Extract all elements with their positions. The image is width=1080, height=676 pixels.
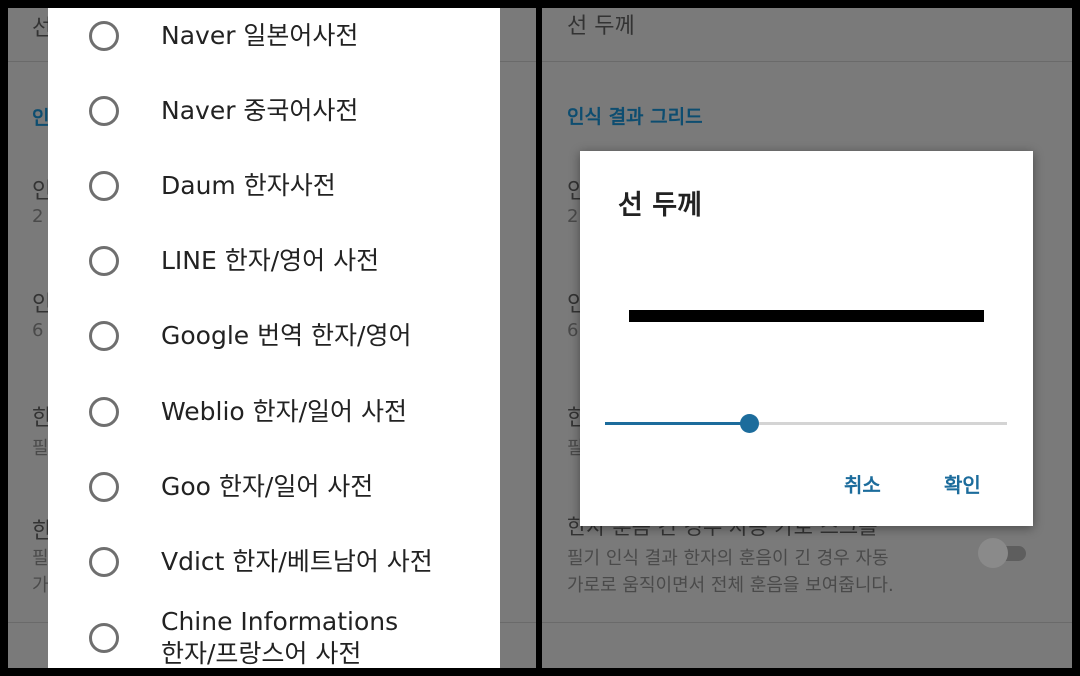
radio-option-label: Chine Informations	[161, 607, 399, 636]
left-screen: 선 인 인 2 인 6 한 필 한 필 가 Naver 일본어사전 Naver …	[8, 8, 536, 668]
radio-option-label: Google 번역 한자/영어	[161, 321, 412, 350]
cancel-button[interactable]: 취소	[844, 469, 881, 498]
radio-option-label: Naver 중국어사전	[161, 96, 359, 125]
right-screen: 선 두께 인식 결과 그리드 인 2 인 6 한 필 한자 훈음 긴 경우 자동…	[542, 8, 1072, 668]
bg-item-sub: 6	[32, 320, 44, 341]
radio-button-icon[interactable]	[89, 245, 119, 276]
radio-option-label: Daum 한자사전	[161, 171, 336, 200]
section-header-recognition-grid: 인식 결과 그리드	[567, 106, 703, 128]
bg-item-sub: 6	[567, 320, 579, 341]
bg-item-sub: 가	[32, 575, 49, 596]
radio-option-weblio[interactable]: Weblio 한자/일어 사전	[48, 374, 500, 449]
bg-item-sub: 필	[32, 548, 49, 569]
radio-option-label: LINE 한자/영어 사전	[161, 246, 380, 275]
radio-option-line[interactable]: LINE 한자/영어 사전	[48, 223, 500, 298]
radio-button-icon[interactable]	[89, 95, 119, 126]
radio-button-icon[interactable]	[89, 320, 119, 351]
radio-option-label: Weblio 한자/일어 사전	[161, 397, 408, 426]
radio-option-label-line2: 한자/프랑스어 사전	[161, 639, 362, 668]
thickness-slider[interactable]	[605, 414, 1007, 433]
slider-thumb[interactable]	[739, 414, 759, 433]
radio-option-goo[interactable]: Goo 한자/일어 사전	[48, 449, 500, 524]
bg-setting-line-thickness: 선 두께	[567, 14, 635, 39]
radio-button-icon[interactable]	[89, 170, 119, 201]
slider-fill	[605, 422, 749, 425]
radio-button-icon[interactable]	[89, 546, 119, 577]
radio-option-google[interactable]: Google 번역 한자/영어	[48, 298, 500, 373]
bg-item-sub: 2	[567, 206, 579, 227]
divider	[542, 622, 1072, 623]
bg-item-sub: 2	[32, 206, 44, 227]
setting-auto-scroll-desc: 필기 인식 결과 한자의 훈음이 긴 경우 자동	[567, 548, 889, 569]
radio-option-vdict[interactable]: Vdict 한자/베트남어 사전	[48, 524, 500, 599]
line-thickness-preview	[629, 310, 984, 322]
dialog-title: 선 두께	[618, 190, 702, 221]
radio-button-icon[interactable]	[89, 623, 119, 653]
setting-auto-scroll-desc: 가로로 움직이면서 전체 훈음을 보여줍니다.	[567, 575, 894, 596]
ok-button[interactable]: 확인	[944, 469, 981, 498]
radio-button-icon[interactable]	[89, 396, 119, 427]
auto-scroll-toggle[interactable]	[978, 538, 1030, 568]
radio-option-label: Goo 한자/일어 사전	[161, 472, 374, 501]
radio-button-icon[interactable]	[89, 471, 119, 502]
divider	[542, 61, 1072, 62]
radio-option-naver-chinese[interactable]: Naver 중국어사전	[48, 73, 500, 148]
line-thickness-dialog: 선 두께 취소 확인	[580, 151, 1033, 526]
dictionary-select-dialog: Naver 일본어사전 Naver 중국어사전 Daum 한자사전 LINE 한…	[48, 8, 500, 668]
radio-option-label: Naver 일본어사전	[161, 21, 359, 50]
radio-option-chine-informations[interactable]: Chine Informations 한자/프랑스어 사전	[48, 600, 500, 668]
bg-section-header: 인	[32, 107, 50, 129]
radio-option-daum-hanja[interactable]: Daum 한자사전	[48, 148, 500, 223]
radio-option-naver-japanese[interactable]: Naver 일본어사전	[48, 8, 500, 73]
bg-item-sub: 필	[32, 438, 49, 459]
toggle-thumb	[978, 538, 1008, 568]
radio-button-icon[interactable]	[89, 20, 119, 51]
radio-option-label: Vdict 한자/베트남어 사전	[161, 547, 433, 576]
